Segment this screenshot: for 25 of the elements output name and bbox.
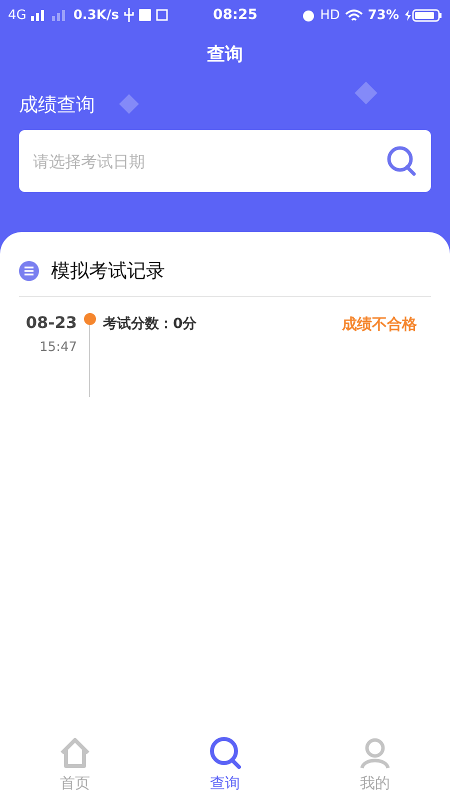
result-status: 成绩不合格 bbox=[342, 314, 417, 334]
battery-percent: 73% bbox=[368, 8, 399, 22]
record-time: 15:47 bbox=[38, 340, 77, 355]
date-search-field[interactable]: 请选择考试日期 bbox=[19, 130, 431, 192]
wifi-icon bbox=[344, 8, 363, 22]
nav-tab[interactable]: 我的 bbox=[300, 730, 450, 800]
section-title: 成绩查询 bbox=[19, 93, 95, 118]
alarm-icon bbox=[302, 8, 316, 22]
page-title: 查询 bbox=[206, 43, 244, 66]
list-icon bbox=[19, 261, 39, 281]
records-title: 模拟考试记录 bbox=[51, 259, 165, 284]
search-icon bbox=[208, 736, 242, 770]
network-speed: 0.3K/s bbox=[73, 8, 119, 22]
nav-tab[interactable]: 查询 bbox=[150, 730, 300, 800]
home-icon bbox=[58, 736, 92, 770]
usb-icon bbox=[124, 8, 134, 22]
hd-label: HD bbox=[320, 8, 340, 22]
person-icon bbox=[358, 736, 392, 770]
status-time: 08:25 bbox=[212, 7, 258, 23]
search-icon bbox=[385, 145, 417, 177]
battery-icon bbox=[404, 8, 442, 22]
network-type: 4G bbox=[8, 8, 26, 22]
nav-tab[interactable]: 首页 bbox=[0, 730, 150, 800]
exam-score: 考试分数：0分 bbox=[103, 315, 197, 333]
record-date: 08-23 bbox=[24, 313, 77, 332]
